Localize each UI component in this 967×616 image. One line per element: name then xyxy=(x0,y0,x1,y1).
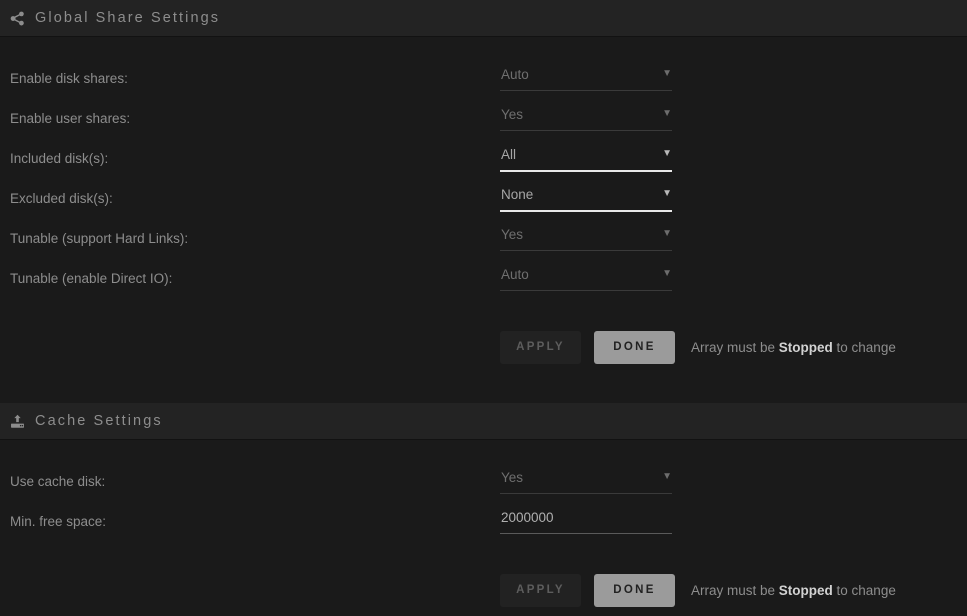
select-underline xyxy=(500,130,672,131)
select-value: Yes xyxy=(501,227,524,242)
settings-page: Global Share Settings Enable disk shares… xyxy=(0,0,967,616)
input-underline xyxy=(500,533,672,534)
label-min-free-space: Min. free space: xyxy=(10,514,107,529)
global-share-settings-header: Global Share Settings xyxy=(0,0,967,37)
note-strong: Stopped xyxy=(778,582,833,598)
section-cache-settings: Cache Settings Use cache disk: Yes ▼ Min… xyxy=(0,403,967,616)
note-prefix: Array must be xyxy=(691,339,779,355)
select-underline xyxy=(500,250,672,251)
select-value: Yes xyxy=(501,470,524,485)
label-included-disks: Included disk(s): xyxy=(10,151,109,166)
note-suffix: to change xyxy=(832,582,896,598)
select-enable-user-shares[interactable]: Yes ▼ xyxy=(500,105,672,135)
label-excluded-disks: Excluded disk(s): xyxy=(10,191,113,206)
select-value: Auto xyxy=(501,67,529,82)
share-alt-icon xyxy=(8,9,26,27)
label-tunable-direct-io: Tunable (enable Direct IO): xyxy=(10,271,173,286)
section-global-share-settings: Global Share Settings Enable disk shares… xyxy=(0,0,967,403)
note-strong: Stopped xyxy=(778,339,833,355)
control-included-disks: All ▼ xyxy=(500,139,672,175)
global-share-settings-body: Enable disk shares: Auto ▼ Enable user s… xyxy=(0,37,967,403)
row-enable-user-shares: Enable user shares: Yes ▼ xyxy=(0,99,967,139)
select-tunable-direct-io[interactable]: Auto ▼ xyxy=(500,265,672,295)
select-underline xyxy=(500,290,672,291)
select-value: Yes xyxy=(501,107,524,122)
select-enable-disk-shares[interactable]: Auto ▼ xyxy=(500,65,672,95)
select-underline xyxy=(500,493,672,494)
label-use-cache-disk: Use cache disk: xyxy=(10,474,106,489)
control-min-free-space: 2000000 xyxy=(500,502,672,538)
row-use-cache-disk: Use cache disk: Yes ▼ xyxy=(0,462,967,502)
row-included-disks: Included disk(s): All ▼ xyxy=(0,139,967,179)
row-enable-disk-shares: Enable disk shares: Auto ▼ xyxy=(0,59,967,99)
note-suffix: to change xyxy=(832,339,896,355)
row-excluded-disks: Excluded disk(s): None ▼ xyxy=(0,179,967,219)
chevron-down-icon: ▼ xyxy=(662,108,672,119)
select-value: Auto xyxy=(501,267,529,282)
select-value: None xyxy=(501,187,534,202)
select-underline xyxy=(500,90,672,91)
control-excluded-disks: None ▼ xyxy=(500,179,672,215)
select-use-cache-disk[interactable]: Yes ▼ xyxy=(500,468,672,498)
section-title: Global Share Settings xyxy=(35,10,221,26)
label-enable-disk-shares: Enable disk shares: xyxy=(10,71,128,86)
chevron-down-icon: ▼ xyxy=(662,268,672,279)
chevron-down-icon: ▼ xyxy=(662,148,672,159)
cache-settings-actions: APPLY DONE Array must be Stopped to chan… xyxy=(0,564,967,616)
chevron-down-icon: ▼ xyxy=(662,188,672,199)
done-button[interactable]: DONE xyxy=(594,330,675,364)
min-free-space-input[interactable]: 2000000 xyxy=(500,508,672,538)
chevron-down-icon: ▼ xyxy=(662,471,672,482)
array-stopped-note: Array must be Stopped to change xyxy=(691,340,896,355)
control-tunable-direct-io: Auto ▼ xyxy=(500,259,672,295)
row-tunable-direct-io: Tunable (enable Direct IO): Auto ▼ xyxy=(0,259,967,299)
select-underline xyxy=(500,210,672,212)
chevron-down-icon: ▼ xyxy=(662,228,672,239)
select-underline xyxy=(500,170,672,172)
array-stopped-note: Array must be Stopped to change xyxy=(691,583,896,598)
input-value: 2000000 xyxy=(501,510,554,525)
row-tunable-hard-links: Tunable (support Hard Links): Yes ▼ xyxy=(0,219,967,259)
control-tunable-hard-links: Yes ▼ xyxy=(500,219,672,255)
label-tunable-hard-links: Tunable (support Hard Links): xyxy=(10,231,189,246)
apply-button[interactable]: APPLY xyxy=(500,330,581,364)
select-excluded-disks[interactable]: None ▼ xyxy=(500,185,672,215)
note-prefix: Array must be xyxy=(691,582,779,598)
apply-button[interactable]: APPLY xyxy=(500,573,581,607)
upload-icon xyxy=(8,412,26,430)
select-included-disks[interactable]: All ▼ xyxy=(500,145,672,175)
cache-settings-body: Use cache disk: Yes ▼ Min. free space: 2… xyxy=(0,440,967,616)
control-enable-disk-shares: Auto ▼ xyxy=(500,59,672,95)
cache-settings-header: Cache Settings xyxy=(0,403,967,440)
global-share-settings-actions: APPLY DONE Array must be Stopped to chan… xyxy=(0,321,967,373)
select-tunable-hard-links[interactable]: Yes ▼ xyxy=(500,225,672,255)
section-title: Cache Settings xyxy=(35,413,163,429)
row-min-free-space: Min. free space: 2000000 xyxy=(0,502,967,542)
label-enable-user-shares: Enable user shares: xyxy=(10,111,131,126)
chevron-down-icon: ▼ xyxy=(662,68,672,79)
control-use-cache-disk: Yes ▼ xyxy=(500,462,672,498)
select-value: All xyxy=(501,147,517,162)
done-button[interactable]: DONE xyxy=(594,573,675,607)
control-enable-user-shares: Yes ▼ xyxy=(500,99,672,135)
